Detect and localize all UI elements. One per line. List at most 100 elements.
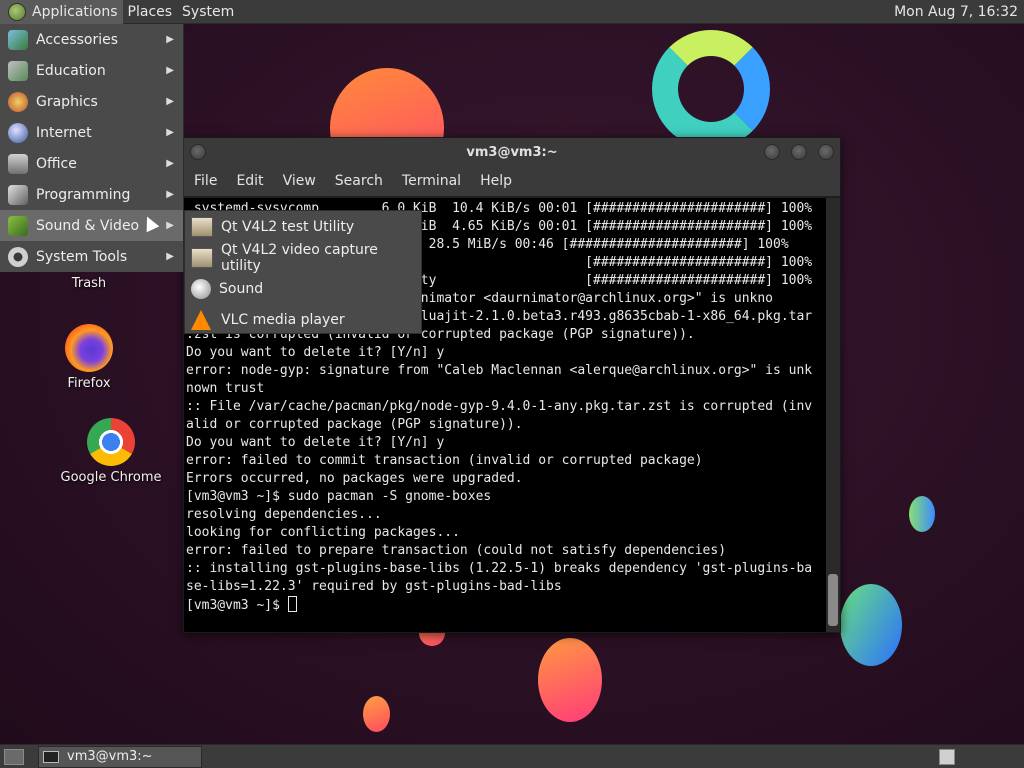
terminal-menu-help[interactable]: Help bbox=[480, 173, 512, 189]
programming-icon bbox=[8, 184, 28, 205]
terminal-line: alid or corrupted package (PGP signature… bbox=[186, 417, 523, 432]
terminal-menubar: File Edit View Search Terminal Help bbox=[184, 166, 840, 196]
terminal-line: [vm3@vm3 ~]$ sudo pacman -S gnome-boxes bbox=[186, 489, 492, 504]
submenu-item-label: Qt V4L2 video capture utility bbox=[221, 241, 378, 274]
submenu-item-qt-v4l2-test[interactable]: Qt V4L2 test Utility bbox=[185, 211, 421, 242]
menu-item-internet[interactable]: Internet ▶ bbox=[0, 117, 183, 148]
submenu-arrow-icon: ▶ bbox=[166, 189, 174, 200]
sound-video-submenu: Qt V4L2 test Utility Qt V4L2 video captu… bbox=[184, 210, 422, 334]
menu-item-office[interactable]: Office ▶ bbox=[0, 148, 183, 179]
menu-item-label: Education bbox=[36, 62, 106, 79]
desktop-icon-chrome-label: Google Chrome bbox=[60, 470, 162, 485]
desktop-icon-firefox-label: Firefox bbox=[67, 376, 111, 391]
menu-item-label: Sound & Video bbox=[36, 217, 140, 234]
submenu-item-label: VLC media player bbox=[221, 311, 345, 328]
desktop-icon-trash[interactable]: Trash bbox=[60, 276, 118, 291]
terminal-menu-edit[interactable]: Edit bbox=[236, 173, 263, 189]
menu-item-system-tools[interactable]: System Tools ▶ bbox=[0, 241, 183, 272]
submenu-item-label: Qt V4L2 test Utility bbox=[221, 218, 355, 235]
sound-video-icon bbox=[8, 215, 28, 236]
submenu-item-label: Sound bbox=[219, 280, 264, 297]
graphics-icon bbox=[8, 91, 28, 112]
maximize-icon[interactable] bbox=[791, 144, 807, 160]
workspace-switcher[interactable] bbox=[939, 749, 955, 765]
wallpaper-blue-oval bbox=[840, 584, 902, 666]
desktop-icon-chrome[interactable]: Google Chrome bbox=[58, 418, 164, 485]
applications-dropdown: Accessories ▶ Education ▶ Graphics ▶ Int… bbox=[0, 24, 184, 272]
system-tools-icon bbox=[8, 246, 28, 267]
terminal-line: :: File /var/cache/pacman/pkg/node-gyp-9… bbox=[186, 399, 813, 414]
system-menu-label: System bbox=[182, 3, 235, 20]
terminal-line: error: failed to prepare transaction (co… bbox=[186, 543, 727, 558]
menu-item-accessories[interactable]: Accessories ▶ bbox=[0, 24, 183, 55]
terminal-menu-terminal[interactable]: Terminal bbox=[402, 173, 461, 189]
top-panel: Applications Places System Mon Aug 7, 16… bbox=[0, 0, 1024, 24]
terminal-menu-file[interactable]: File bbox=[194, 173, 217, 189]
submenu-arrow-icon: ▶ bbox=[166, 96, 174, 107]
menu-item-label: Accessories bbox=[36, 31, 119, 48]
clock[interactable]: Mon Aug 7, 16:32 bbox=[894, 4, 1024, 20]
applications-menu-label: Applications bbox=[32, 3, 118, 20]
system-menu[interactable]: System bbox=[177, 0, 239, 24]
terminal-line: Do you want to delete it? [Y/n] y bbox=[186, 435, 445, 450]
terminal-line: resolving dependencies... bbox=[186, 507, 382, 522]
terminal-line: nown trust bbox=[186, 381, 265, 396]
terminal-menu-view[interactable]: View bbox=[283, 173, 316, 189]
internet-icon bbox=[8, 122, 28, 143]
submenu-item-qt-v4l2-capture[interactable]: Qt V4L2 video capture utility bbox=[185, 241, 421, 274]
terminal-line: error: node-gyp: signature from "Caleb M… bbox=[186, 363, 813, 378]
terminal-icon bbox=[43, 750, 59, 763]
menu-item-label: System Tools bbox=[36, 248, 128, 265]
terminal-line: Do you want to delete it? [Y/n] y bbox=[186, 345, 445, 360]
scrollbar-thumb[interactable] bbox=[828, 574, 838, 626]
window-menu-icon[interactable] bbox=[190, 144, 206, 160]
submenu-arrow-icon: ▶ bbox=[166, 220, 174, 231]
taskbar-item-terminal[interactable]: vm3@vm3:~ bbox=[38, 745, 202, 768]
mate-logo-icon bbox=[8, 2, 26, 21]
vlc-icon bbox=[191, 309, 211, 330]
submenu-arrow-icon: ▶ bbox=[166, 127, 174, 138]
wallpaper-orange-oval bbox=[538, 638, 602, 722]
office-icon bbox=[8, 153, 28, 174]
close-icon[interactable] bbox=[818, 144, 834, 160]
education-icon bbox=[8, 60, 28, 81]
menu-item-programming[interactable]: Programming ▶ bbox=[0, 179, 183, 210]
terminal-cursor bbox=[287, 596, 297, 612]
minimize-icon[interactable] bbox=[764, 144, 780, 160]
wallpaper-blue-oval-small bbox=[909, 496, 935, 532]
submenu-item-sound[interactable]: Sound bbox=[185, 273, 421, 304]
terminal-prompt-line: [vm3@vm3 ~]$ bbox=[186, 596, 826, 615]
menu-item-graphics[interactable]: Graphics ▶ bbox=[0, 86, 183, 117]
places-menu-label: Places bbox=[127, 3, 173, 20]
submenu-item-vlc[interactable]: VLC media player bbox=[185, 304, 421, 335]
accessories-icon bbox=[8, 29, 28, 50]
menu-item-label: Graphics bbox=[36, 93, 98, 110]
places-menu[interactable]: Places bbox=[123, 0, 178, 24]
show-desktop-button[interactable] bbox=[4, 748, 24, 765]
terminal-titlebar[interactable]: vm3@vm3:~ bbox=[184, 138, 840, 166]
submenu-arrow-icon: ▶ bbox=[166, 65, 174, 76]
menu-item-education[interactable]: Education ▶ bbox=[0, 55, 183, 86]
terminal-line: Errors occurred, no packages were upgrad… bbox=[186, 471, 523, 486]
taskbar-item-label: vm3@vm3:~ bbox=[67, 749, 153, 764]
firefox-icon bbox=[65, 324, 113, 372]
desktop-icon-trash-label: Trash bbox=[71, 276, 107, 291]
terminal-line: looking for conflicting packages... bbox=[186, 525, 460, 540]
desktop-icon-firefox[interactable]: Firefox bbox=[54, 324, 124, 391]
terminal-scrollbar[interactable] bbox=[826, 198, 840, 632]
menu-item-label: Office bbox=[36, 155, 77, 172]
terminal-line: se-libs=1.22.3' required by gst-plugins-… bbox=[186, 579, 562, 594]
sound-icon bbox=[191, 278, 211, 299]
submenu-arrow-icon: ▶ bbox=[166, 251, 174, 262]
submenu-arrow-icon: ▶ bbox=[166, 158, 174, 169]
menu-item-label: Internet bbox=[36, 124, 92, 141]
terminal-line: :: installing gst-plugins-base-libs (1.2… bbox=[186, 561, 813, 576]
wallpaper-ring bbox=[652, 30, 770, 148]
terminal-prompt: [vm3@vm3 ~]$ bbox=[186, 598, 288, 613]
terminal-line: error: failed to commit transaction (inv… bbox=[186, 453, 703, 468]
terminal-menu-search[interactable]: Search bbox=[335, 173, 383, 189]
bottom-panel: vm3@vm3:~ bbox=[0, 744, 1024, 768]
submenu-arrow-icon: ▶ bbox=[166, 34, 174, 45]
chrome-icon bbox=[87, 418, 135, 466]
applications-menu[interactable]: Applications bbox=[0, 0, 123, 24]
